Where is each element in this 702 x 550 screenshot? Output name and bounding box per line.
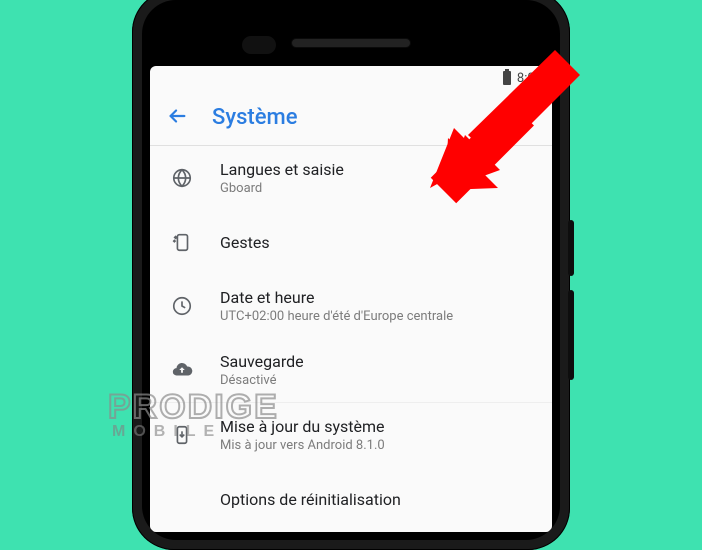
app-bar: Système xyxy=(150,90,552,146)
settings-item-system-update[interactable]: Mise à jour du système Mis à jour vers A… xyxy=(150,403,552,467)
back-button[interactable] xyxy=(166,105,188,131)
settings-item-subtitle: Gboard xyxy=(220,181,344,196)
sparkle-phone-icon xyxy=(170,230,194,254)
settings-item-title: Mise à jour du système xyxy=(220,417,385,436)
settings-item-title: Gestes xyxy=(220,233,270,252)
cloud-upload-icon xyxy=(170,358,194,382)
page-title: Système xyxy=(212,105,297,130)
settings-item-title: Options de réinitialisation xyxy=(220,490,401,509)
clock-icon xyxy=(170,294,194,318)
sensor xyxy=(242,36,276,54)
reset-icon xyxy=(170,487,194,511)
settings-item-title: Date et heure xyxy=(220,288,453,307)
settings-item-subtitle: UTC+02:00 heure d'été d'Europe centrale xyxy=(220,309,453,324)
phone-top xyxy=(142,0,560,66)
side-button xyxy=(568,290,574,380)
settings-item-title: Langues et saisie xyxy=(220,160,344,179)
settings-item-datetime[interactable]: Date et heure UTC+02:00 heure d'été d'Eu… xyxy=(150,274,552,338)
status-bar: 8:00 xyxy=(150,66,552,90)
settings-list: Langues et saisie Gboard Gestes xyxy=(150,146,552,531)
side-button xyxy=(568,220,574,276)
settings-item-reset[interactable]: Options de réinitialisation xyxy=(150,467,552,531)
phone-frame: 8:00 Système Langues et saisie Gboard xyxy=(132,0,570,550)
settings-item-languages[interactable]: Langues et saisie Gboard xyxy=(150,146,552,210)
arrow-left-icon xyxy=(166,105,188,127)
phone-bezel: 8:00 Système Langues et saisie Gboard xyxy=(142,0,560,540)
settings-item-title: Sauvegarde xyxy=(220,352,304,371)
screen: 8:00 Système Langues et saisie Gboard xyxy=(150,66,552,532)
globe-icon xyxy=(170,166,194,190)
speaker xyxy=(291,38,411,48)
status-time: 8:00 xyxy=(517,71,542,86)
battery-icon xyxy=(503,71,511,85)
settings-item-backup[interactable]: Sauvegarde Désactivé xyxy=(150,338,552,402)
settings-item-gestures[interactable]: Gestes xyxy=(150,210,552,274)
settings-item-subtitle: Mis à jour vers Android 8.1.0 xyxy=(220,438,385,453)
system-update-icon xyxy=(170,423,194,447)
settings-item-subtitle: Désactivé xyxy=(220,373,304,388)
